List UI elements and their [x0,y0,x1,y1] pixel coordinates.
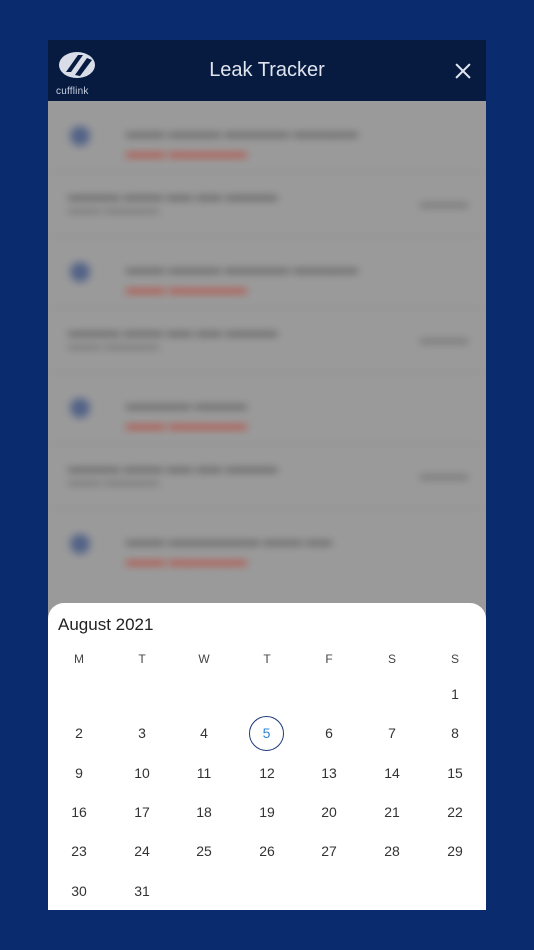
blurred-text: ▬▬▬ ▬▬▬▬▬ [68,204,160,216]
blurred-text: ▬▬▬ ▬▬▬▬▬ [68,340,160,352]
blurred-text: ▬▬▬ ▬▬▬▬▬ [68,476,160,488]
calendar-day[interactable]: 19 [249,794,285,830]
calendar-day[interactable]: 13 [311,755,347,791]
list-item: ▬▬▬ ▬▬▬▬ ▬▬▬▬▬ ▬▬▬▬▬ ▬▬▬ ▬▬▬▬▬▬ [48,237,486,307]
calendar-day[interactable]: 7 [374,715,410,751]
calendar-day[interactable]: 1 [437,676,473,712]
device-icon [70,398,90,418]
calendar-day[interactable]: 31 [124,873,160,909]
weekday-label: T [138,652,146,666]
calendar-day[interactable]: 27 [311,833,347,869]
weekday-label: W [198,652,210,666]
blurred-text: ▬▬▬▬▬ ▬▬▬▬ [126,397,247,412]
calendar-day[interactable]: 15 [437,755,473,791]
calendar-day[interactable]: 2 [61,715,97,751]
calendar-day[interactable]: 6 [311,715,347,751]
date-picker-sheet: August 2021 M T W T F S S 1 2 3 4 5 6 7 8 9 10 11 12 13 14 15… [48,603,486,910]
blurred-text: ▬▬▬ ▬▬▬▬▬▬ [126,553,247,568]
weekday-label: F [325,652,333,666]
blurred-text: ▬▬▬ ▬▬▬▬▬▬▬ ▬▬▬ ▬▬ [126,533,332,548]
blurred-button: ▬▬▬▬ [420,332,468,346]
blurred-text: ▬▬▬ ▬▬▬▬ ▬▬▬▬▬ ▬▬▬▬▬ [126,125,358,140]
calendar-day[interactable]: 25 [186,833,222,869]
list-item: ▬▬▬ ▬▬▬▬ ▬▬▬▬▬ ▬▬▬▬▬ ▬▬▬ ▬▬▬▬▬▬ [48,101,486,171]
calendar-day[interactable]: 10 [124,755,160,791]
list-item: ▬▬▬ ▬▬▬▬▬▬▬ ▬▬▬ ▬▬ ▬▬▬ ▬▬▬▬▬▬ [48,509,486,579]
logo-text: cufflink [56,86,89,97]
weekday-label: M [74,652,84,666]
close-icon[interactable] [452,60,474,82]
calendar-day[interactable]: 8 [437,715,473,751]
weekday-label: T [263,652,271,666]
blurred-text: ▬▬▬▬ ▬▬▬ ▬▬ ▬▬ ▬▬▬▬ [68,460,278,475]
calendar-day[interactable]: 16 [61,794,97,830]
calendar-day[interactable]: 20 [311,794,347,830]
blurred-text: ▬▬▬ ▬▬▬▬▬▬ [126,145,247,160]
blurred-text: ▬▬▬▬ ▬▬▬ ▬▬ ▬▬ ▬▬▬▬ [68,324,278,339]
calendar-day[interactable]: 24 [124,833,160,869]
calendar-day[interactable]: 26 [249,833,285,869]
list-item: ▬▬▬▬ ▬▬▬ ▬▬ ▬▬ ▬▬▬▬ ▬▬▬ ▬▬▬▬▬ ▬▬▬▬ [48,307,486,373]
calendar-day[interactable]: 9 [61,755,97,791]
calendar-day[interactable]: 17 [124,794,160,830]
blurred-text: ▬▬▬ ▬▬▬▬▬▬ [126,281,247,296]
device-icon [70,126,90,146]
calendar-day[interactable]: 4 [186,715,222,751]
blurred-text: ▬▬▬▬ ▬▬▬ ▬▬ ▬▬ ▬▬▬▬ [68,188,278,203]
blurred-button: ▬▬▬▬ [420,468,468,482]
month-label: August 2021 [58,615,154,634]
calendar-day-selected[interactable]: 5 [249,716,284,752]
app-screen: cufflink Leak Tracker ▬▬▬ ▬▬▬▬ ▬▬▬▬▬ ▬▬▬… [48,40,486,910]
blurred-button: ▬▬▬▬ [420,196,468,210]
calendar-day[interactable]: 29 [437,833,473,869]
calendar-day[interactable]: 12 [249,755,285,791]
calendar-day[interactable]: 21 [374,794,410,830]
app-header: cufflink Leak Tracker [48,40,486,101]
calendar-day[interactable]: 30 [61,873,97,909]
calendar-day[interactable]: 14 [374,755,410,791]
page-title: Leak Tracker [209,59,325,81]
calendar-day[interactable]: 11 [186,755,222,791]
calendar-day[interactable]: 28 [374,833,410,869]
calendar-day[interactable]: 3 [124,715,160,751]
device-icon [70,534,90,554]
list-item: ▬▬▬▬▬ ▬▬▬▬ ▬▬▬ ▬▬▬▬▬▬ [48,373,486,443]
weekday-label: S [387,652,396,666]
blurred-text: ▬▬▬ ▬▬▬▬▬▬ [126,417,247,432]
list-item: ▬▬▬▬ ▬▬▬ ▬▬ ▬▬ ▬▬▬▬ ▬▬▬ ▬▬▬▬▬ ▬▬▬▬ [48,171,486,237]
list-item: ▬▬▬▬ ▬▬▬ ▬▬ ▬▬ ▬▬▬▬ ▬▬▬ ▬▬▬▬▬ ▬▬▬▬ [48,443,486,509]
calendar-day[interactable]: 22 [437,794,473,830]
weekday-label: S [450,652,459,666]
calendar-day[interactable]: 18 [186,794,222,830]
calendar-day[interactable]: 23 [61,833,97,869]
device-icon [70,262,90,282]
blurred-text: ▬▬▬ ▬▬▬▬ ▬▬▬▬▬ ▬▬▬▬▬ [126,261,358,276]
